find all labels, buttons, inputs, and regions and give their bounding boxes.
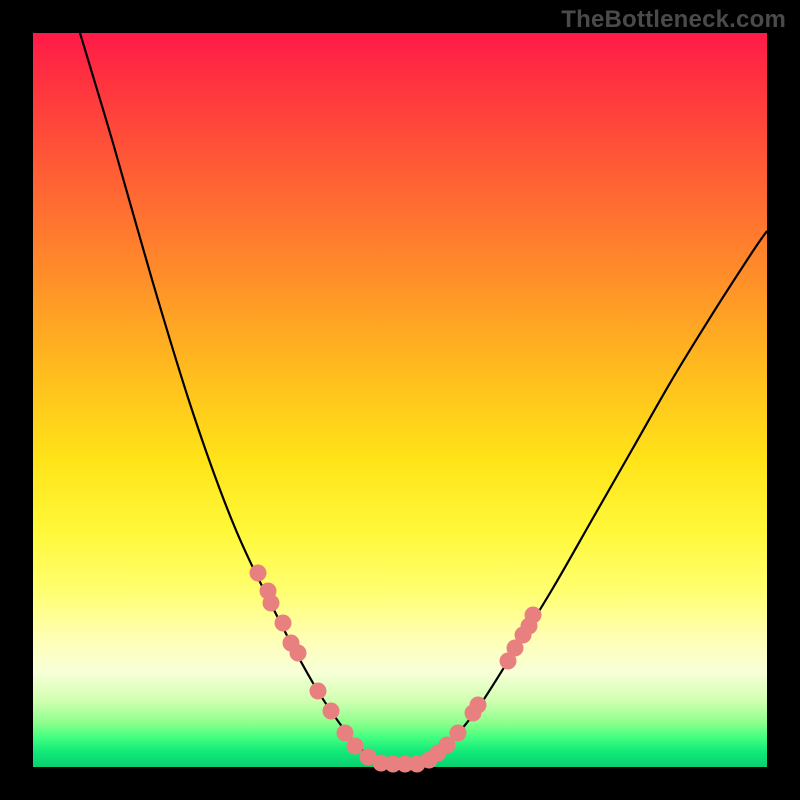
watermark-text: TheBottleneck.com — [561, 6, 786, 34]
bottleneck-curve — [80, 33, 767, 764]
right-cluster-dots — [421, 607, 542, 769]
data-dot — [290, 645, 307, 662]
data-dot — [450, 725, 467, 742]
chart-svg — [33, 33, 767, 767]
data-dot — [323, 703, 340, 720]
data-dot — [470, 697, 487, 714]
data-dot — [310, 683, 327, 700]
data-dot — [250, 565, 267, 582]
data-dot — [525, 607, 542, 624]
data-dot — [347, 738, 364, 755]
chart-frame: TheBottleneck.com — [0, 0, 800, 800]
data-dot — [263, 595, 280, 612]
data-dot — [275, 615, 292, 632]
left-cluster-dots — [250, 565, 426, 773]
plot-area — [33, 33, 767, 767]
